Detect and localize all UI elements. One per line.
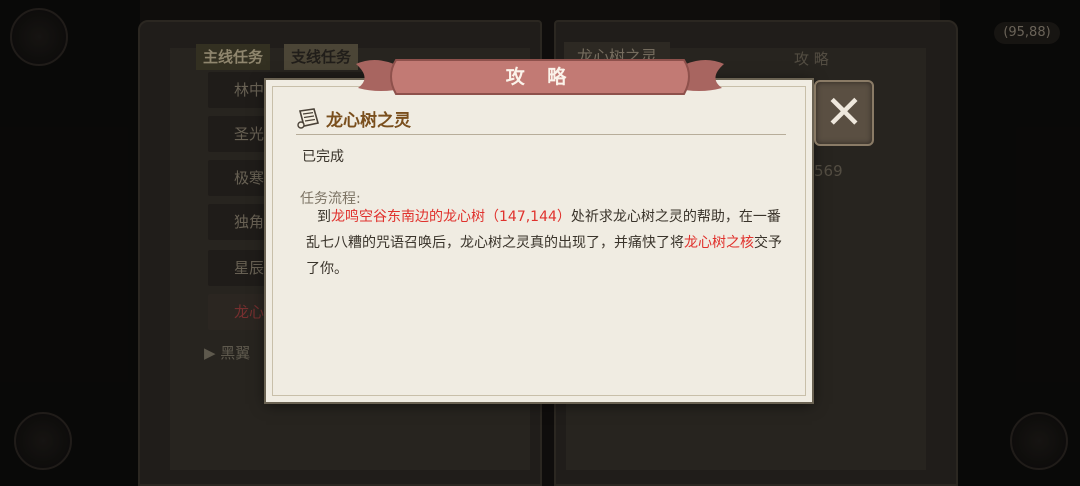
game-scene: (95,88) ✕ 主线任务 支线任务 林中 圣光 极寒 独角 星辰 龙心 ▶ … [0, 0, 1080, 486]
flow-description: 到龙鸣空谷东南边的龙心树（147,144）处祈求龙心树之灵的帮助，在一番乱七八糟… [306, 204, 784, 282]
item-highlight: 龙心树之核 [684, 235, 754, 251]
quest-title-row: 龙心树之灵 [296, 104, 786, 135]
close-button[interactable]: ✕ [814, 80, 874, 146]
flow-prefix: 到 [317, 209, 331, 225]
quest-status: 已完成 [302, 149, 344, 165]
location-highlight: 龙鸣空谷东南边的龙心树（147,144） [331, 209, 571, 225]
quest-name: 龙心树之灵 [326, 111, 411, 131]
scroll-icon [297, 108, 320, 129]
dialog-banner: 攻 略 [350, 54, 730, 100]
close-icon: ✕ [824, 85, 864, 139]
dialog-title: 攻 略 [505, 66, 575, 88]
guide-dialog: 攻 略 龙心树之灵 已完成 任务流程: 到龙鸣空谷东南边的龙心树（147,144… [266, 59, 812, 402]
